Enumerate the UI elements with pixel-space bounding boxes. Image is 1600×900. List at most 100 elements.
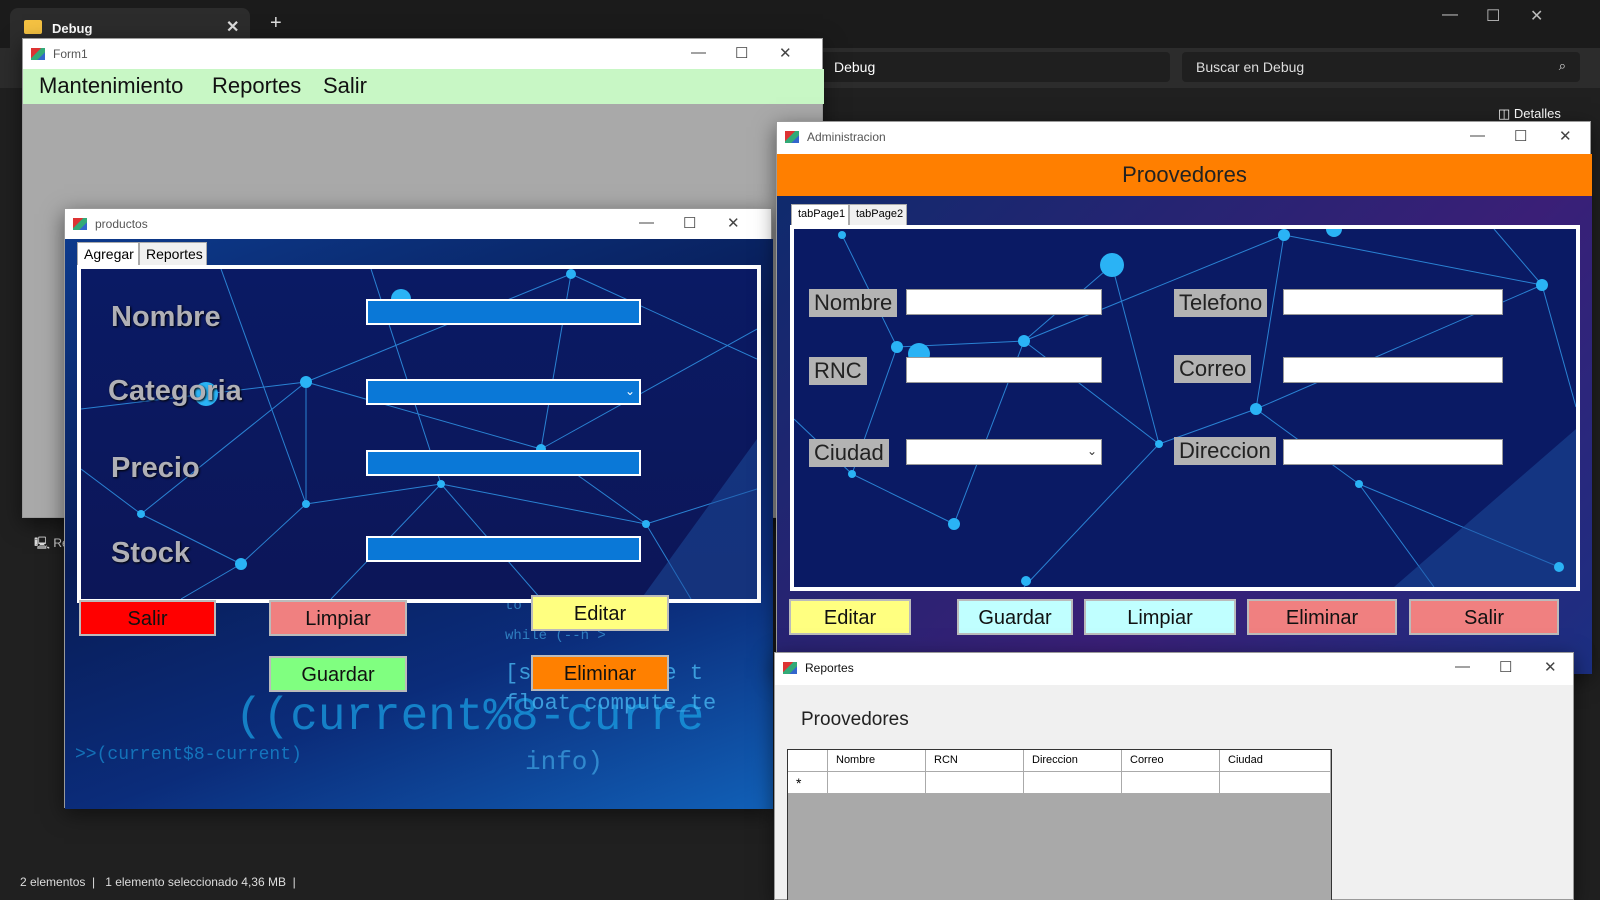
- status-selected: 1 elemento seleccionado: [105, 875, 238, 889]
- tab-page2[interactable]: tabPage2: [849, 204, 907, 226]
- status-size: 4,36 MB: [241, 875, 286, 889]
- grid-cell[interactable]: [828, 772, 926, 794]
- address-path: Debug: [834, 59, 876, 75]
- admin-header: Proovedores: [777, 154, 1592, 196]
- minimize-icon[interactable]: —: [1470, 127, 1485, 144]
- eliminar-button[interactable]: Eliminar: [1247, 599, 1397, 635]
- details-pane-icon: ◫: [1498, 106, 1514, 121]
- app-icon: [783, 662, 797, 674]
- editar-button[interactable]: Editar: [531, 595, 669, 631]
- label-categoria: Categoria: [108, 375, 242, 407]
- close-icon[interactable]: ✕: [1530, 6, 1543, 26]
- limpiar-button[interactable]: Limpiar: [269, 600, 407, 636]
- maximize-icon[interactable]: ☐: [683, 214, 696, 232]
- close-icon[interactable]: ✕: [1544, 658, 1557, 676]
- salir-button[interactable]: Salir: [1409, 599, 1559, 635]
- window-title: Form1: [53, 47, 88, 61]
- guardar-button[interactable]: Guardar: [957, 599, 1073, 635]
- status-bar: 2 elementos | 1 elemento seleccionado 4,…: [20, 875, 296, 889]
- menu-salir[interactable]: Salir: [323, 73, 367, 99]
- nombre-input[interactable]: [906, 289, 1102, 315]
- minimize-icon[interactable]: —: [691, 44, 706, 61]
- eliminar-button[interactable]: Eliminar: [531, 655, 669, 691]
- limpiar-button[interactable]: Limpiar: [1084, 599, 1236, 635]
- label-ciudad: Ciudad: [809, 439, 889, 467]
- reportes-titlebar: Reportes — ☐ ✕: [775, 653, 1573, 685]
- admin-form-panel: Nombre RNC Ciudad Telefono Correo Direcc…: [790, 225, 1580, 591]
- grid-cell[interactable]: [1122, 772, 1220, 794]
- column-header[interactable]: RCN: [926, 750, 1024, 772]
- status-item-count: 2 elementos: [20, 875, 86, 889]
- telefono-input[interactable]: [1283, 289, 1503, 315]
- minimize-icon[interactable]: —: [1455, 658, 1470, 675]
- search-icon: ⌕: [1558, 58, 1566, 73]
- label-direccion: Direccion: [1174, 437, 1276, 465]
- guardar-button[interactable]: Guardar: [269, 656, 407, 692]
- close-icon[interactable]: ✕: [1559, 127, 1572, 145]
- grid-cell[interactable]: [1024, 772, 1122, 794]
- explorer-tab-label: Debug: [52, 21, 93, 36]
- close-icon[interactable]: ✕: [727, 214, 740, 232]
- salir-button[interactable]: Salir: [79, 600, 216, 636]
- svg-text:>>(current$8-current): >>(current$8-current): [75, 745, 302, 765]
- label-nombre: Nombre: [111, 301, 221, 333]
- details-button[interactable]: ◫ Detalles: [1498, 106, 1561, 122]
- label-stock: Stock: [111, 537, 190, 569]
- column-header[interactable]: Correo: [1122, 750, 1220, 772]
- label-rnc: RNC: [809, 357, 867, 385]
- categoria-select[interactable]: ⌄: [366, 379, 641, 405]
- proveedores-grid[interactable]: Nombre RCN Direccion Correo Ciudad *: [787, 749, 1332, 900]
- precio-input[interactable]: [366, 450, 641, 476]
- status-separator: |: [88, 875, 102, 889]
- grid-cell[interactable]: [1220, 772, 1331, 794]
- column-header[interactable]: Direccion: [1024, 750, 1122, 772]
- editar-button[interactable]: Editar: [789, 599, 911, 635]
- search-input[interactable]: Buscar en Debug ⌕: [1182, 52, 1580, 82]
- svg-text:float compute_te: float compute_te: [505, 691, 716, 716]
- new-tab-button[interactable]: +: [270, 12, 282, 35]
- chevron-down-icon: ⌄: [1086, 444, 1097, 458]
- reportes-window: Reportes — ☐ ✕ Proovedores Nombre RCN Di…: [774, 652, 1574, 900]
- label-precio: Precio: [111, 452, 200, 484]
- tab-agregar[interactable]: Agregar: [77, 242, 139, 266]
- status-separator: |: [289, 875, 296, 889]
- maximize-icon[interactable]: ☐: [735, 44, 748, 62]
- window-title: productos: [95, 217, 148, 231]
- app-icon: [73, 218, 87, 230]
- maximize-icon[interactable]: ☐: [1486, 6, 1500, 26]
- stock-input[interactable]: [366, 536, 641, 562]
- close-icon[interactable]: ✕: [779, 44, 792, 62]
- productos-titlebar: productos — ☐ ✕: [65, 209, 771, 239]
- direccion-input[interactable]: [1283, 439, 1503, 465]
- nombre-input[interactable]: [366, 299, 641, 325]
- grid-cell[interactable]: [926, 772, 1024, 794]
- window-title: Reportes: [805, 661, 854, 675]
- maximize-icon[interactable]: ☐: [1514, 127, 1527, 145]
- network-background-art: [794, 229, 1576, 587]
- address-bar[interactable]: Debug: [820, 52, 1170, 82]
- label-telefono: Telefono: [1174, 289, 1268, 317]
- column-header[interactable]: Ciudad: [1220, 750, 1331, 772]
- correo-input[interactable]: [1283, 357, 1503, 383]
- new-row-marker: *: [788, 772, 828, 794]
- productos-window: productos — ☐ ✕ ((current%8-curre >>(cur…: [64, 208, 773, 809]
- close-tab-icon[interactable]: ✕: [226, 17, 239, 37]
- administracion-window: Administracion — ☐ ✕ Proovedores tabPage…: [776, 121, 1592, 674]
- menu-reportes[interactable]: Reportes: [212, 73, 301, 99]
- column-header[interactable]: Nombre: [828, 750, 926, 772]
- rnc-input[interactable]: [906, 357, 1102, 383]
- tab-reportes[interactable]: Reportes: [139, 242, 207, 266]
- menu-mantenimiento[interactable]: Mantenimiento: [39, 73, 183, 99]
- row-header-corner: [788, 750, 828, 772]
- productos-form-panel: Nombre Categoria Precio Stock ⌄: [77, 265, 761, 603]
- computer-icon: 🖳: [34, 536, 51, 550]
- minimize-icon[interactable]: —: [1442, 6, 1458, 24]
- app-icon: [31, 48, 45, 60]
- tab-page1[interactable]: tabPage1: [791, 204, 849, 226]
- menu-bar: Mantenimiento Reportes Salir: [23, 69, 824, 104]
- ciudad-select[interactable]: ⌄: [906, 439, 1102, 465]
- folder-icon: [24, 20, 42, 34]
- maximize-icon[interactable]: ☐: [1499, 658, 1512, 676]
- minimize-icon[interactable]: —: [639, 214, 654, 231]
- chevron-down-icon: ⌄: [624, 384, 635, 398]
